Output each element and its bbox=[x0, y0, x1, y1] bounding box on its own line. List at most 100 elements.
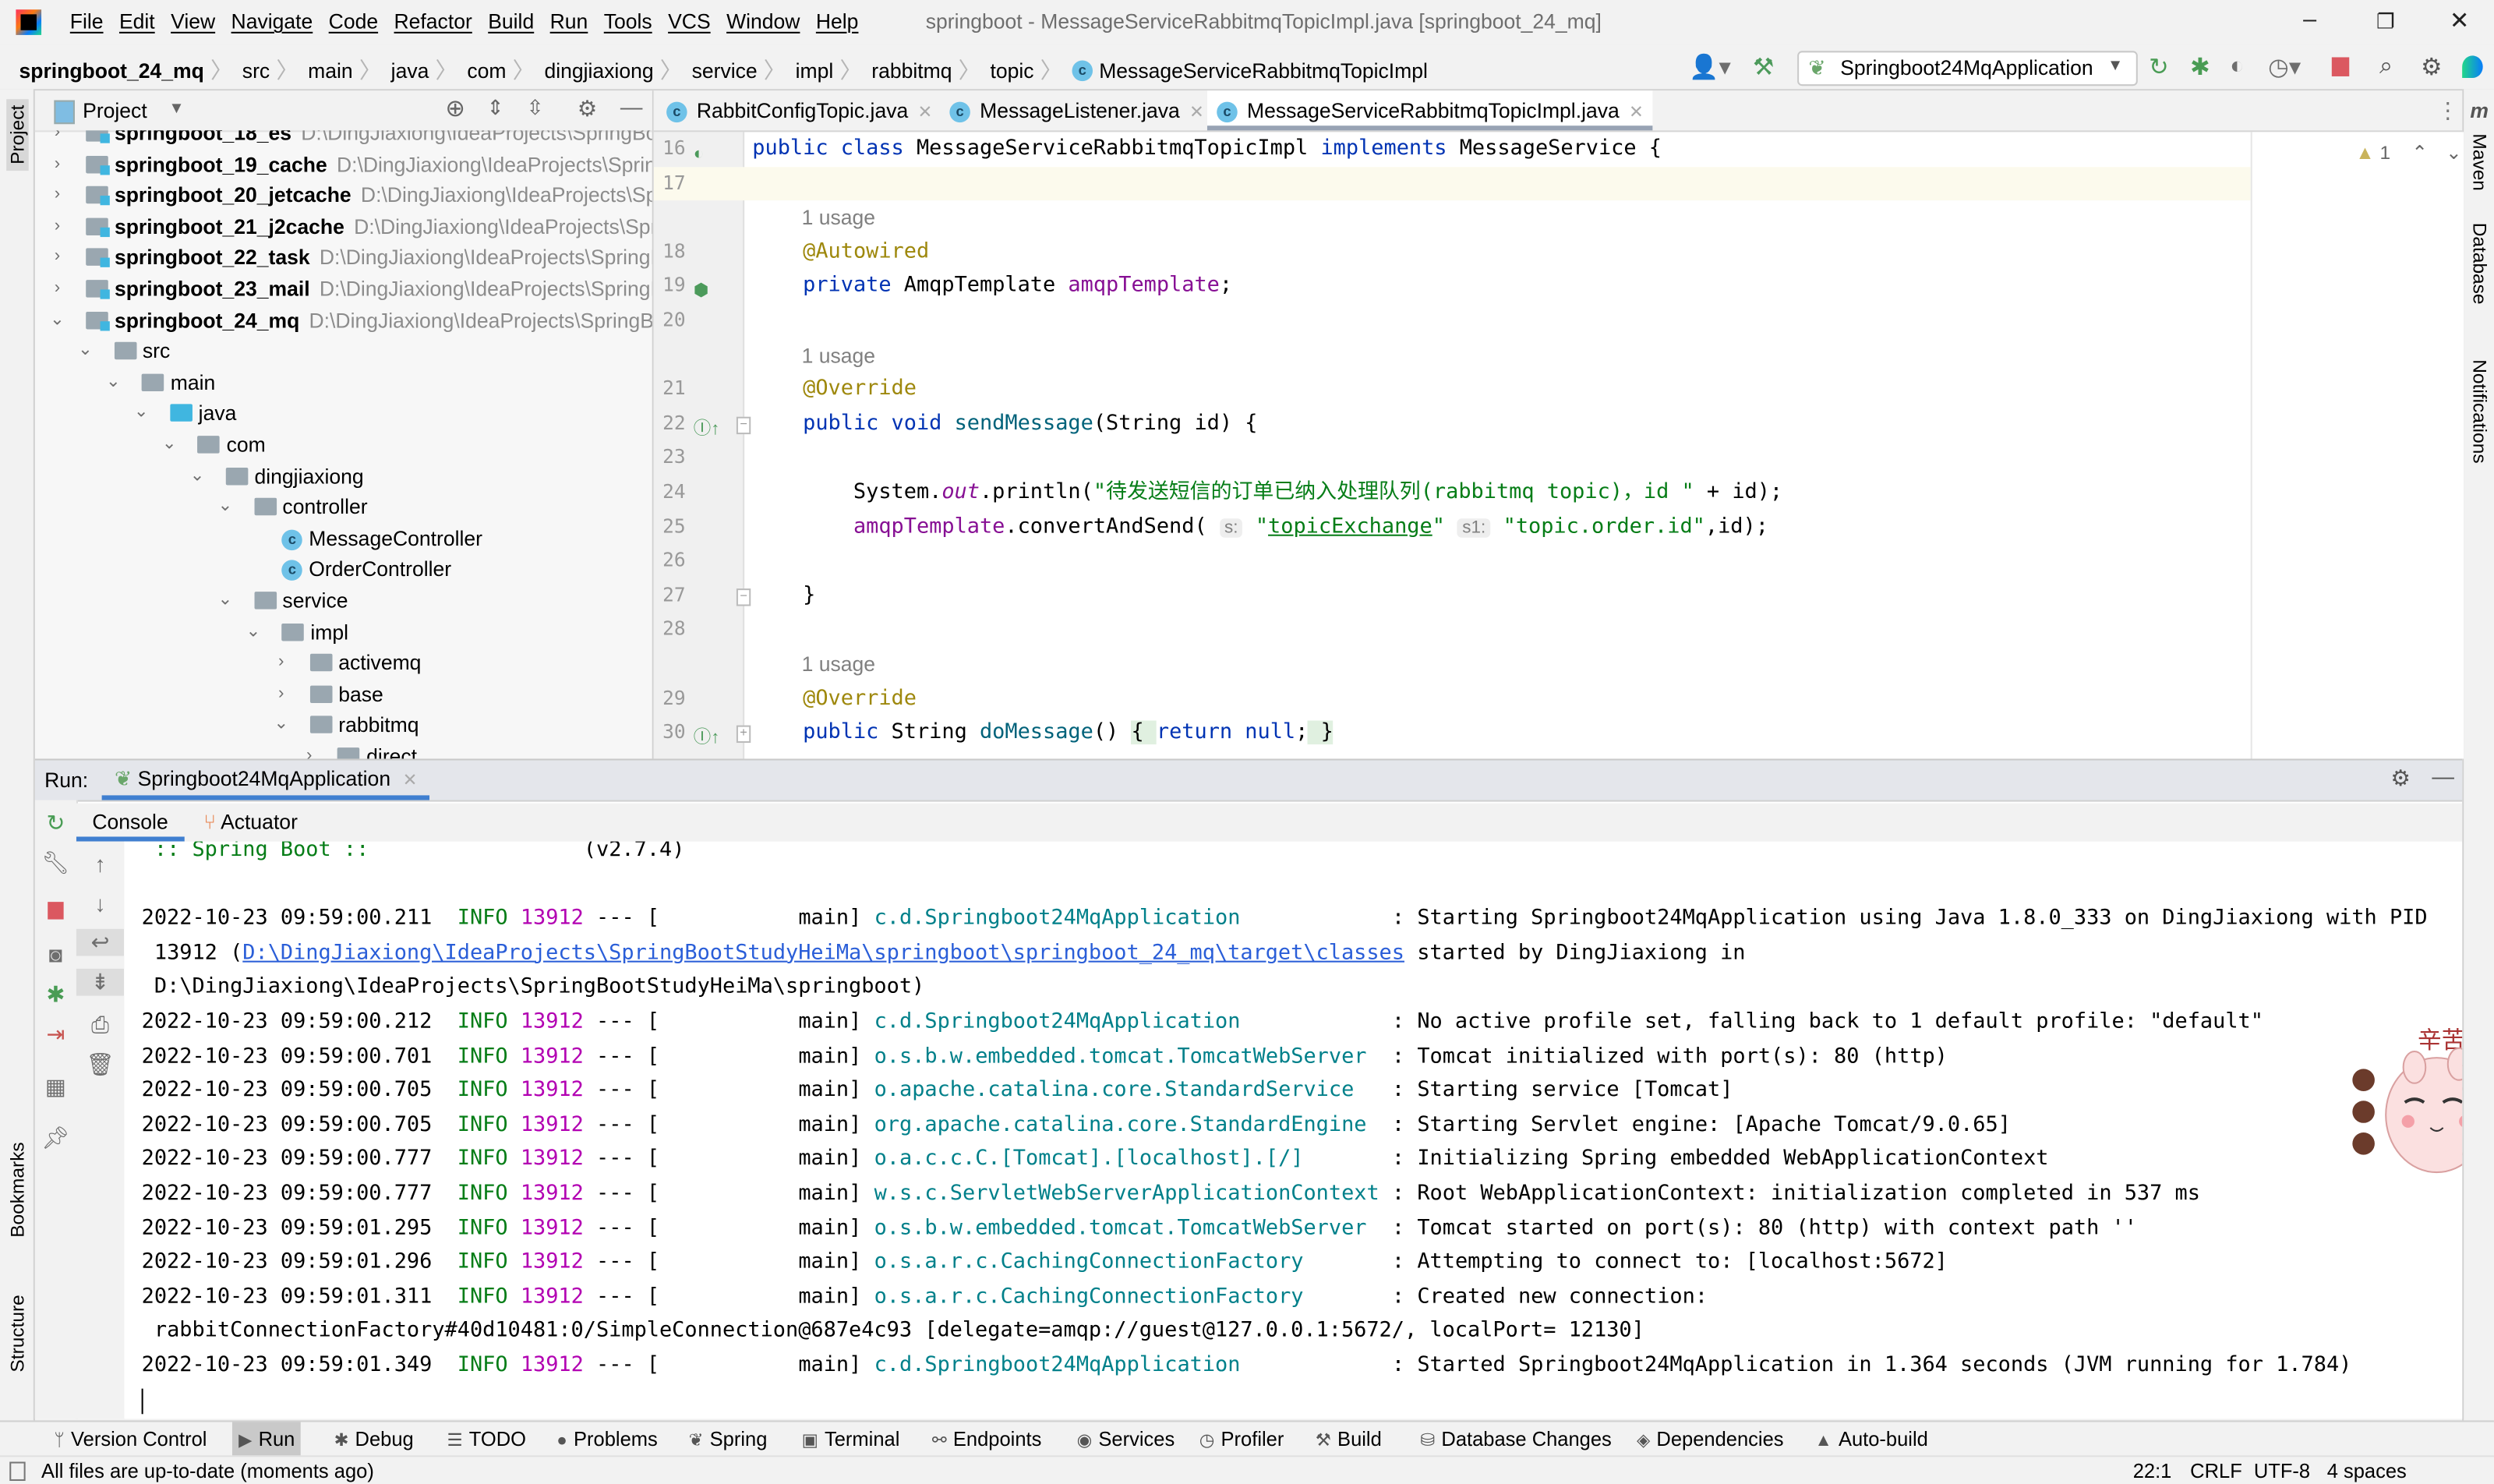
fold-marker-icon[interactable]: − bbox=[736, 588, 751, 606]
menu-refactor[interactable]: Refactor bbox=[394, 9, 472, 34]
chevron-right-icon[interactable]: › bbox=[272, 679, 291, 709]
tool-window-profiler[interactable]: ◷ Profiler bbox=[1193, 1422, 1291, 1457]
tree-item[interactable]: ⌄ src bbox=[35, 336, 652, 366]
chevron-down-icon[interactable]: ⌄ bbox=[48, 305, 66, 335]
tree-item[interactable]: ⌄ java bbox=[35, 398, 652, 429]
tree-item[interactable]: › springboot_20_jetcache D:\DingJiaxiong\I… bbox=[35, 180, 652, 210]
tree-item[interactable]: › springboot_19_cache D:\DingJiaxiong\Idea… bbox=[35, 149, 652, 179]
menu-tools[interactable]: Tools bbox=[604, 9, 652, 34]
chevron-right-icon[interactable]: › bbox=[299, 741, 318, 758]
notifications-stripe-button[interactable]: Notifications bbox=[2468, 359, 2491, 463]
code-area[interactable]: 16 ◐ public class MessageServiceRabbitmqTo… bbox=[653, 132, 2251, 758]
tree-item[interactable]: ⌄ impl bbox=[35, 617, 652, 647]
editor-tab[interactable]: c MessageServiceRabbitmqTopicImpl.java ✕ bbox=[1206, 90, 1654, 131]
scroll-up-icon[interactable]: ↑ bbox=[76, 851, 124, 877]
tool-window-services[interactable]: ◉ Services bbox=[1070, 1422, 1181, 1457]
tree-item[interactable]: › springboot_22_task D:\DingJiaxiong\IdeaP… bbox=[35, 242, 652, 273]
tool-window-run[interactable]: ▶ Run bbox=[231, 1422, 302, 1458]
usages-hint[interactable]: 1 usage bbox=[802, 648, 875, 682]
breadcrumb-item[interactable]: dingjiaxiong bbox=[544, 58, 653, 82]
tool-window-terminal[interactable]: ▣ Terminal bbox=[795, 1422, 906, 1457]
breadcrumb-item[interactable]: java bbox=[391, 58, 429, 82]
inspection-widget[interactable]: ▲ 1 ⌃ ⌄ bbox=[2355, 142, 2461, 164]
chevron-right-icon[interactable]: › bbox=[48, 242, 66, 273]
build-hammer-icon[interactable]: ⚒ bbox=[1753, 52, 1774, 81]
trash-icon[interactable]: 🗑︎ bbox=[76, 1051, 124, 1079]
breadcrumb-item[interactable]: impl bbox=[796, 58, 834, 82]
run-configuration-select[interactable]: ❦ Springboot24MqApplication ▼ bbox=[1797, 51, 2138, 87]
tree-item[interactable]: › springboot_21_j2cache D:\DingJiaxiong\Id… bbox=[35, 211, 652, 242]
tool-window-spring[interactable]: ❦ Spring bbox=[683, 1422, 774, 1457]
log-path-link[interactable]: D:\DingJiaxiong\IdeaProjects\SpringBootS… bbox=[242, 942, 1404, 966]
tree-item[interactable]: › springboot_18_es D:\DingJiaxiong\IdeaPro… bbox=[35, 130, 652, 147]
tool-window-build[interactable]: ⚒ Build bbox=[1309, 1422, 1388, 1457]
tree-item[interactable]: ⌄ rabbitmq bbox=[35, 710, 652, 740]
chevron-down-icon[interactable]: ⌄ bbox=[216, 585, 235, 616]
chevron-down-icon[interactable]: ⌄ bbox=[188, 461, 207, 491]
rerun-icon[interactable]: ↻ bbox=[2149, 52, 2169, 81]
indent-setting[interactable]: 4 spaces bbox=[2327, 1457, 2407, 1484]
stop-icon[interactable] bbox=[2331, 57, 2350, 76]
breadcrumb-item[interactable]: rabbitmq bbox=[871, 58, 952, 82]
menu-navigate[interactable]: Navigate bbox=[231, 9, 313, 34]
close-tab-icon[interactable]: ✕ bbox=[1629, 104, 1644, 122]
console-tab[interactable]: Console bbox=[76, 804, 185, 842]
chevron-down-icon[interactable]: ⌄ bbox=[244, 617, 263, 647]
actuator-tab[interactable]: ⑂ Actuator bbox=[203, 804, 298, 842]
structure-stripe-button[interactable]: Structure bbox=[6, 1295, 29, 1372]
chevron-down-icon[interactable]: ⌄ bbox=[132, 398, 150, 429]
tree-item[interactable]: ⌄ main bbox=[35, 367, 652, 398]
chevron-right-icon[interactable]: › bbox=[48, 274, 66, 304]
breadcrumb-item[interactable]: com bbox=[467, 58, 506, 82]
chevron-right-icon[interactable]: › bbox=[48, 149, 66, 179]
tree-item[interactable]: › activemq bbox=[35, 648, 652, 678]
tool-window-dependencies[interactable]: ◈ Dependencies bbox=[1630, 1422, 1790, 1457]
menu-code[interactable]: Code bbox=[329, 9, 378, 34]
gear-icon[interactable]: ⚙ bbox=[2390, 765, 2411, 793]
tree-item[interactable]: › springboot_23_mail D:\DingJiaxiong\IdeaP… bbox=[35, 274, 652, 304]
chevron-right-icon[interactable]: › bbox=[48, 130, 66, 147]
menu-window[interactable]: Window bbox=[726, 9, 800, 34]
menu-file[interactable]: File bbox=[70, 9, 104, 34]
layout-icon[interactable]: ▦ bbox=[35, 1074, 76, 1101]
menu-view[interactable]: View bbox=[171, 9, 215, 34]
chevron-down-icon[interactable]: ▼ bbox=[168, 101, 184, 118]
expand-all-icon[interactable]: ⇕ bbox=[486, 95, 503, 121]
chevron-down-icon[interactable]: ⌄ bbox=[76, 336, 94, 366]
print-icon[interactable]: ⎙ bbox=[76, 1012, 124, 1039]
chevron-down-icon[interactable]: ⌄ bbox=[216, 492, 235, 522]
wrench-icon[interactable]: 🔧︎ bbox=[35, 850, 76, 877]
tree-item[interactable]: ⌄ controller bbox=[35, 492, 652, 522]
run-tab[interactable]: ❦ Springboot24MqApplication ✕ bbox=[101, 761, 430, 800]
fold-marker-icon[interactable]: + bbox=[736, 725, 751, 744]
tool-window-auto-build[interactable]: ▲ Auto-build bbox=[1808, 1422, 1934, 1457]
editor-tab[interactable]: c RabbitConfigTopic.java ✕ bbox=[657, 90, 942, 130]
collapse-all-icon[interactable]: ⇳ bbox=[527, 95, 544, 121]
tree-item[interactable]: c OrderController bbox=[35, 554, 652, 585]
tool-window-debug[interactable]: ✱ Debug bbox=[327, 1422, 419, 1457]
line-separator[interactable]: CRLF bbox=[2190, 1457, 2242, 1484]
scroll-down-icon[interactable]: ↓ bbox=[76, 891, 124, 917]
chevron-down-icon[interactable]: ⌄ bbox=[160, 429, 178, 460]
file-encoding[interactable]: UTF-8 bbox=[2254, 1457, 2310, 1484]
account-icon[interactable]: 👤▾ bbox=[1689, 52, 1731, 81]
tree-item[interactable]: › base bbox=[35, 679, 652, 709]
breadcrumb-item[interactable]: src bbox=[242, 58, 270, 82]
exit-icon[interactable]: ⇥ bbox=[35, 1021, 76, 1048]
breadcrumb-item[interactable]: main bbox=[308, 58, 353, 82]
chevron-right-icon[interactable]: › bbox=[48, 211, 66, 242]
chevron-right-icon[interactable]: › bbox=[272, 648, 291, 678]
editor-tab[interactable]: c MessageListener.java ✕ bbox=[940, 90, 1213, 130]
settings-icon[interactable]: ⚙ bbox=[2421, 52, 2442, 81]
debug-icon[interactable]: ✱ bbox=[2190, 52, 2210, 81]
breadcrumb-item[interactable]: topic bbox=[990, 58, 1033, 82]
tree-item[interactable]: c MessageController bbox=[35, 523, 652, 553]
breadcrumb-item[interactable]: service bbox=[692, 58, 758, 82]
breadcrumb-item[interactable]: springboot_24_mq bbox=[19, 58, 203, 82]
rerun-icon[interactable]: ↻ bbox=[35, 810, 76, 837]
tree-item[interactable]: › direct bbox=[35, 741, 652, 759]
project-view-select[interactable]: Project bbox=[83, 99, 147, 123]
menu-edit[interactable]: Edit bbox=[119, 9, 155, 34]
console-output[interactable]: 辛苦啦 :: Spring Boot :: (v2.7.4) 2022-10-23… bbox=[124, 841, 2463, 1419]
chevron-right-icon[interactable]: › bbox=[48, 180, 66, 210]
